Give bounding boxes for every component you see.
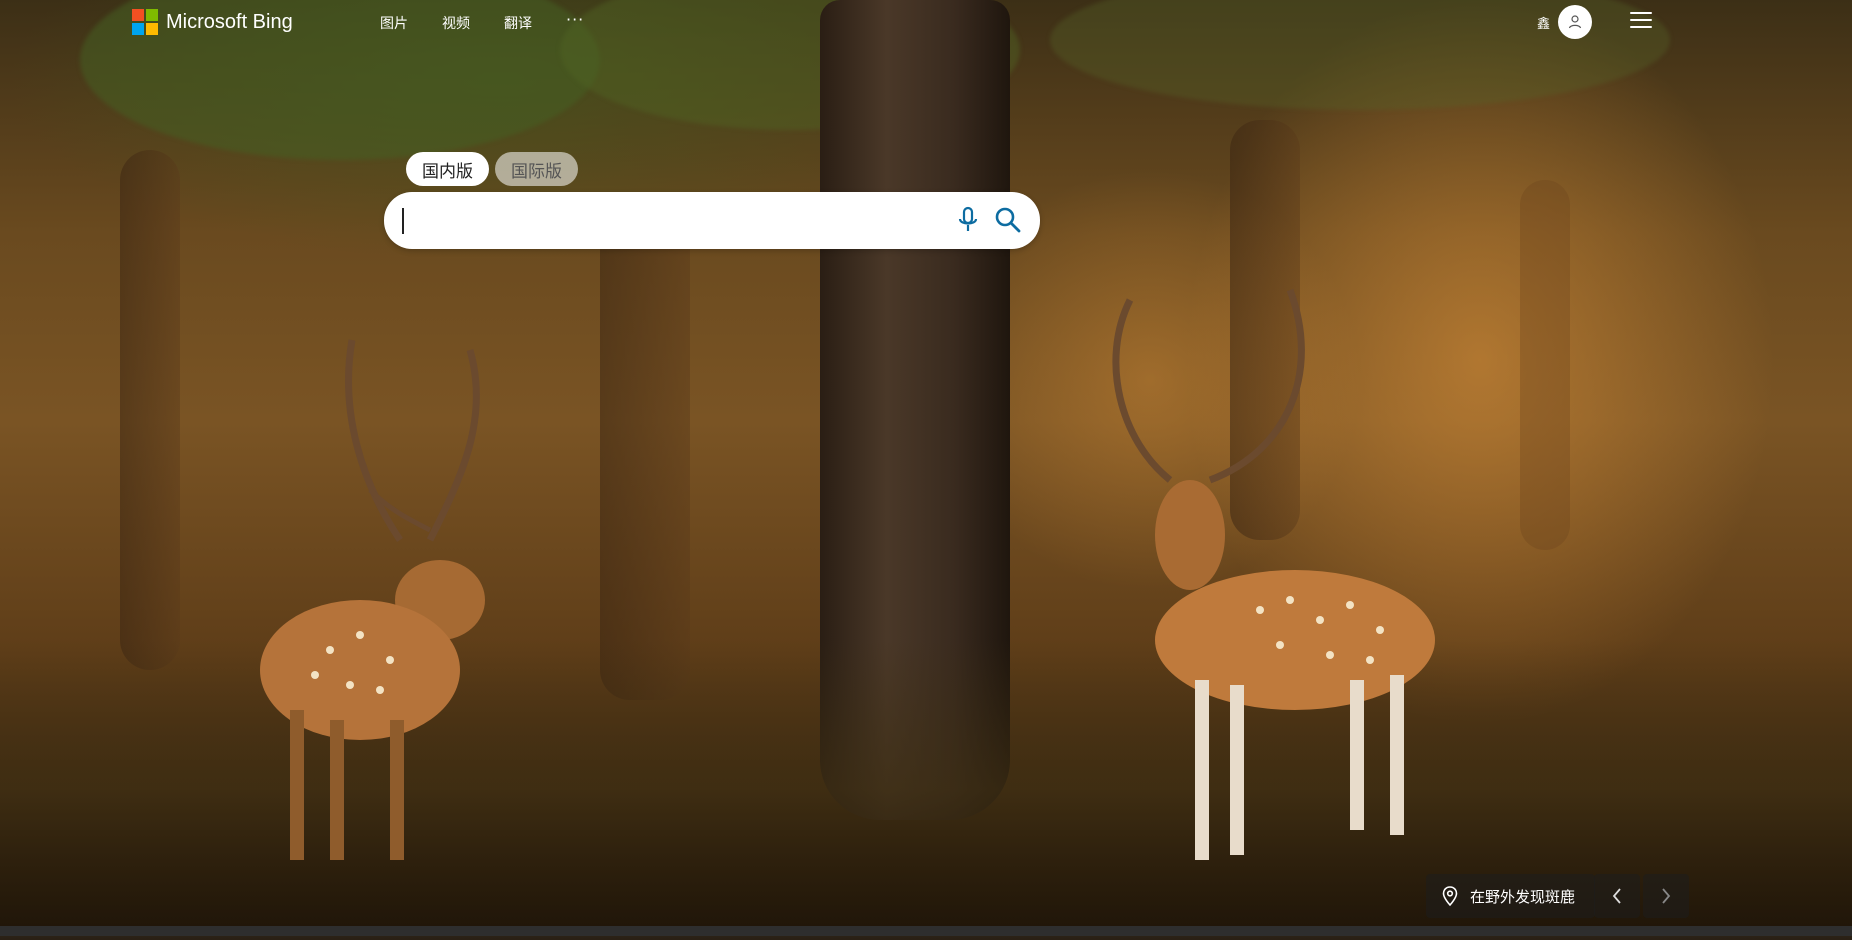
more-menu-button[interactable]: ··· (566, 10, 584, 33)
top-header: Microsoft Bing 图片 视频 翻译 ··· 鑫 (0, 0, 1852, 46)
nav-item-images[interactable]: 图片 (380, 13, 408, 33)
top-nav: 图片 视频 翻译 ··· (380, 10, 584, 33)
microsoft-logo-icon (132, 9, 158, 35)
deer-left (260, 339, 485, 860)
logo-text: Microsoft Bing (166, 10, 293, 33)
bing-logo[interactable]: Microsoft Bing (132, 9, 293, 35)
voice-search-button[interactable] (956, 206, 980, 238)
tree-trunk (120, 150, 180, 670)
text-caret (402, 208, 404, 234)
search-input[interactable] (402, 202, 926, 240)
microphone-icon (958, 206, 978, 231)
tab-international[interactable]: 国际版 (495, 152, 578, 186)
search-box (384, 192, 1040, 249)
image-caption-button[interactable]: 在野外发现斑鹿 (1426, 874, 1596, 918)
nav-item-translate[interactable]: 翻译 (504, 13, 532, 33)
tab-domestic[interactable]: 国内版 (406, 152, 489, 186)
rewards-label[interactable]: 鑫 (1537, 13, 1550, 32)
location-pin-icon (1442, 886, 1458, 906)
prev-image-button[interactable] (1594, 874, 1640, 918)
background-image (0, 0, 1852, 940)
chevron-right-icon (1662, 888, 1671, 904)
search-button[interactable] (994, 206, 1022, 238)
search-icon (995, 207, 1021, 233)
user-avatar-button[interactable] (1558, 5, 1592, 39)
hamburger-menu-icon[interactable] (1630, 12, 1652, 30)
next-image-button[interactable] (1643, 874, 1689, 918)
region-tabs: 国内版 国际版 (406, 152, 578, 186)
bottom-bar (0, 926, 1852, 936)
image-caption-text: 在野外发现斑鹿 (1470, 887, 1576, 906)
deer-right (1112, 288, 1435, 860)
tree-trunk (1520, 180, 1570, 550)
tree-trunk (600, 200, 690, 700)
user-avatar-icon (1568, 15, 1582, 29)
nav-item-videos[interactable]: 视频 (442, 13, 470, 33)
chevron-left-icon (1612, 888, 1621, 904)
